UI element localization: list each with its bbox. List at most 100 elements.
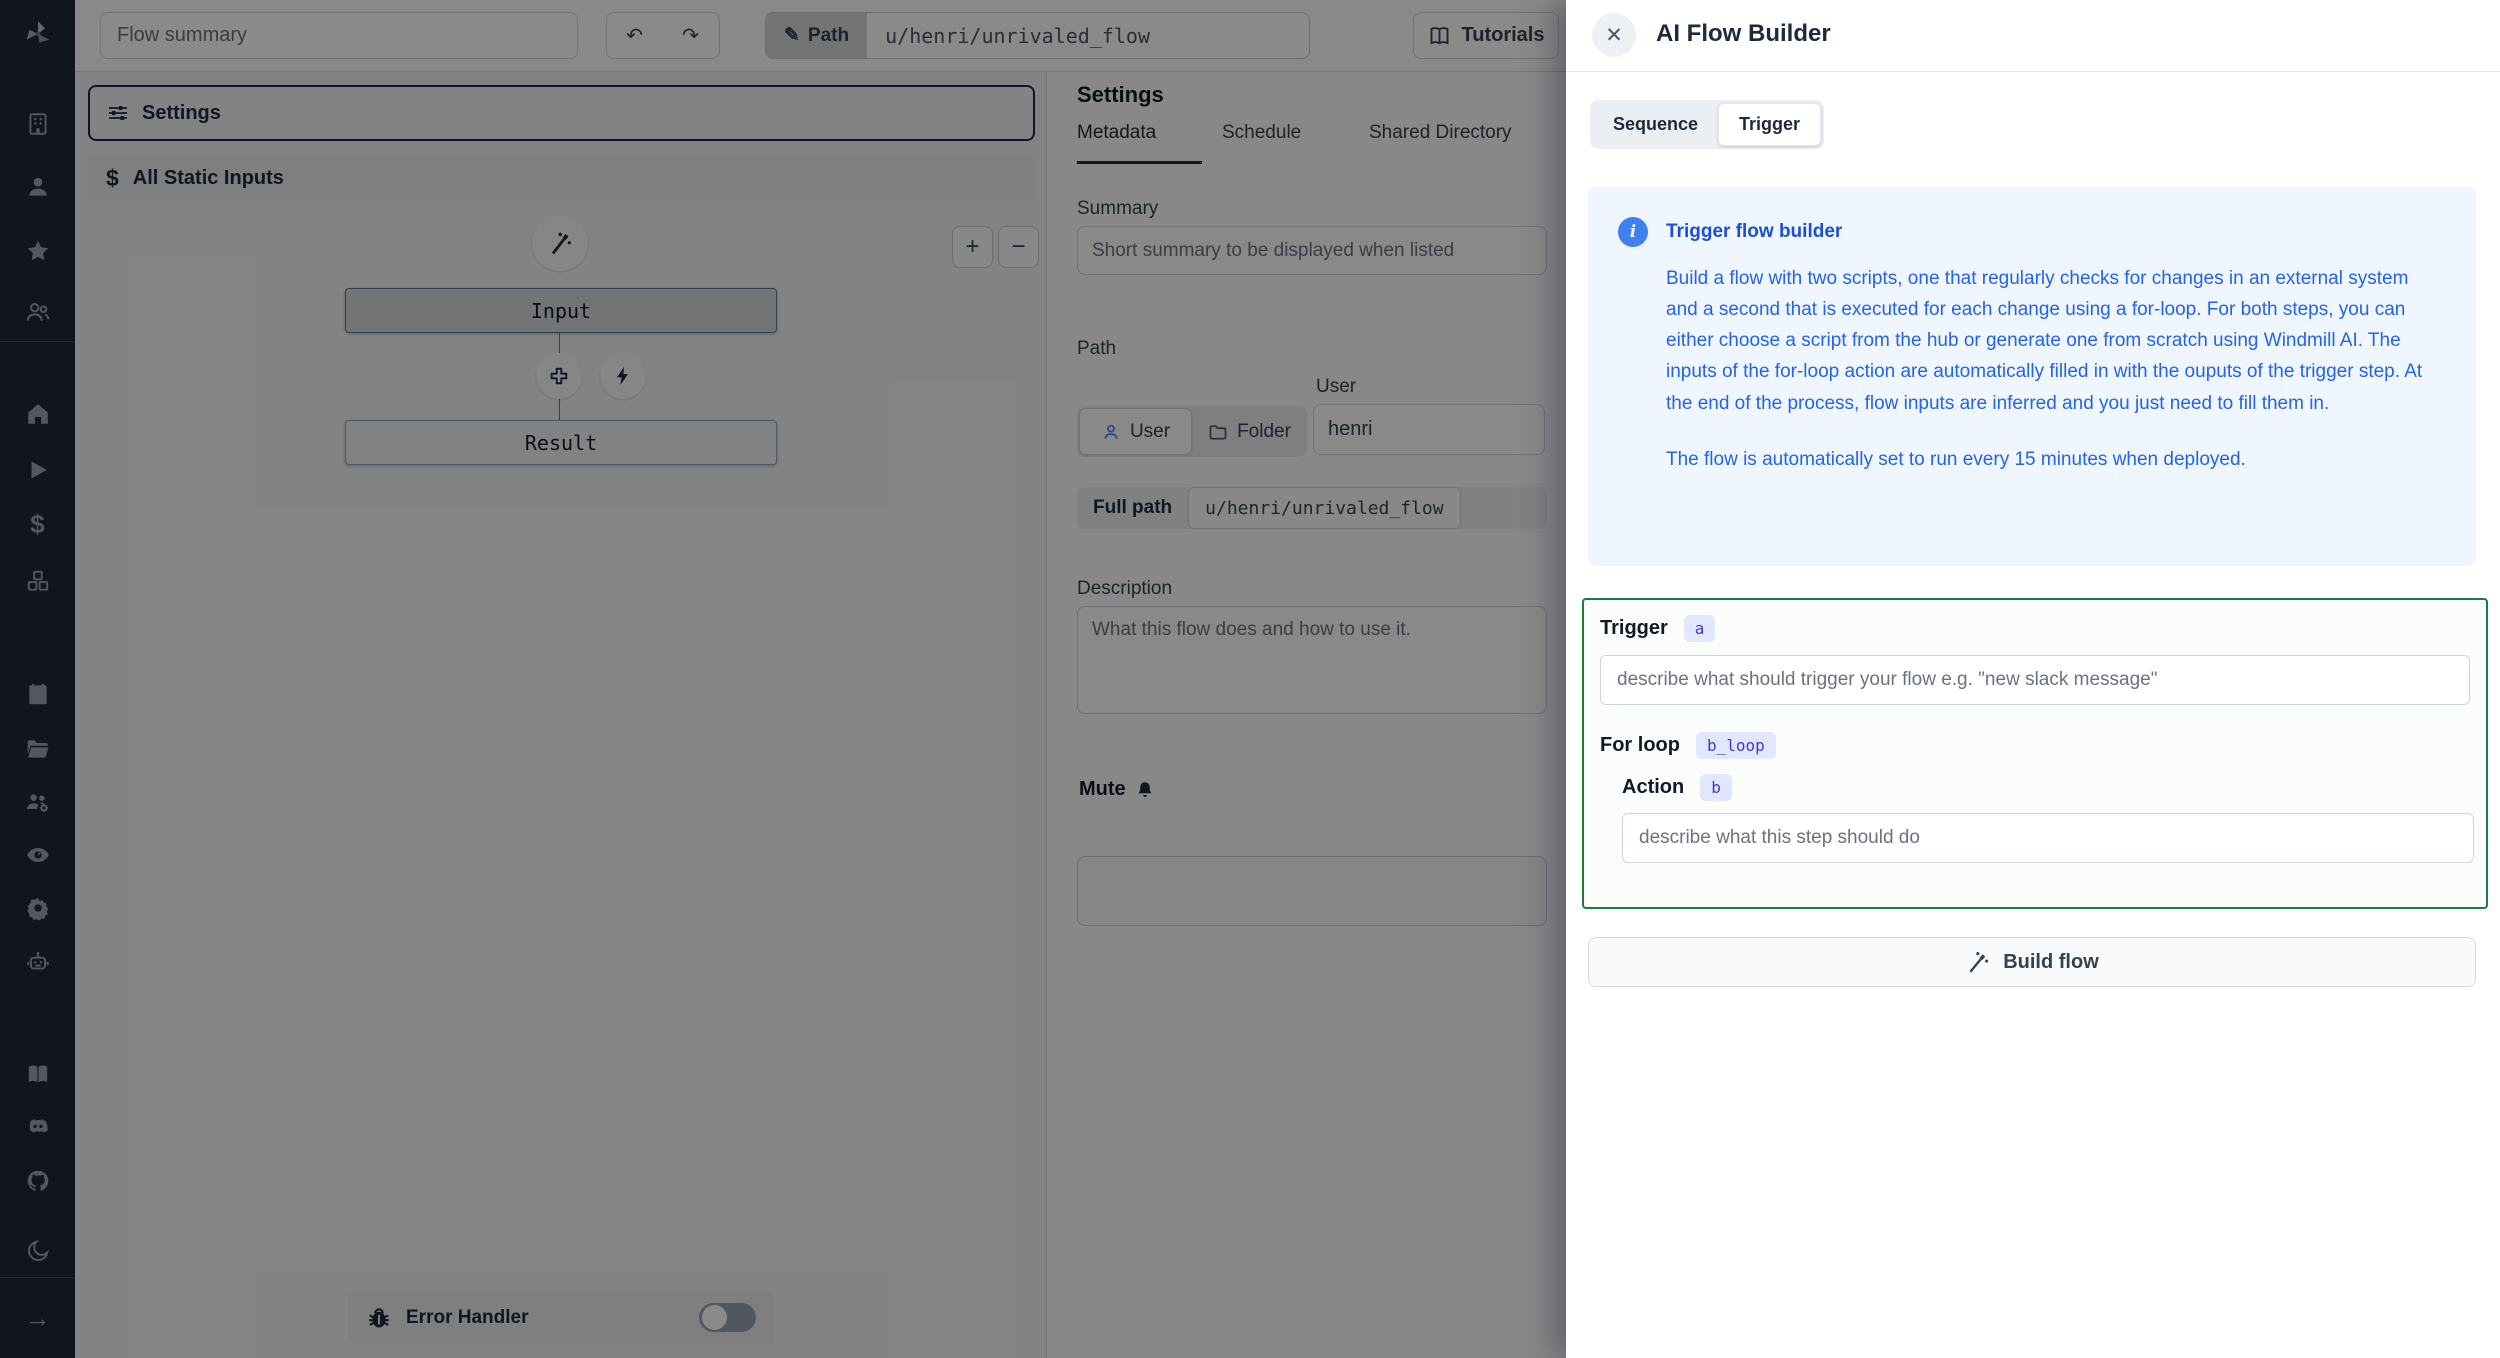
extra-settings-box[interactable]	[1077, 856, 1547, 926]
mute-label: Mute	[1079, 778, 1126, 800]
book-icon	[1428, 24, 1452, 48]
add-step-button[interactable]	[536, 353, 582, 399]
sidebar-divider	[0, 341, 75, 342]
user-field-label: User	[1316, 376, 1357, 397]
canvas-zoom-out-button[interactable]: −	[998, 226, 1039, 268]
pencil-icon: ✎	[784, 25, 800, 46]
input-node[interactable]: Input	[345, 288, 777, 333]
owner-kind-folder-button[interactable]: Folder	[1194, 408, 1305, 455]
trigger-info-box: i Trigger flow builder Build a flow with…	[1588, 187, 2476, 566]
trigger-description-input[interactable]	[1600, 655, 2470, 705]
info-footer: The flow is automatically set to run eve…	[1666, 448, 2246, 470]
lightning-icon	[612, 365, 634, 387]
tab-schedule[interactable]: Schedule	[1222, 122, 1301, 164]
redo-button[interactable]: ↷	[662, 12, 720, 59]
ai-wand-button[interactable]	[532, 215, 588, 271]
sliders-icon	[106, 101, 130, 125]
action-step-badge: b	[1700, 774, 1732, 801]
mode-segmented-control: Sequence Trigger	[1590, 100, 1825, 149]
windmill-logo-icon[interactable]	[20, 16, 56, 52]
bell-icon	[1134, 779, 1156, 801]
description-textarea[interactable]	[1077, 606, 1547, 714]
tab-sequence[interactable]: Sequence	[1593, 103, 1718, 146]
full-path-label: Full path	[1093, 497, 1173, 518]
flow-settings-button[interactable]: Settings	[88, 85, 1035, 141]
settings-metadata-panel: Settings Metadata Schedule Shared Direct…	[1046, 72, 1566, 1358]
owner-user-input[interactable]	[1313, 404, 1545, 455]
close-icon: ✕	[1605, 23, 1623, 47]
summary-label: Summary	[1077, 198, 1159, 219]
dollar-icon: $	[106, 165, 119, 191]
tutorials-button[interactable]: Tutorials	[1413, 12, 1559, 59]
error-handler-bar[interactable]: Error Handler	[348, 1291, 774, 1344]
path-button-label: Path	[807, 24, 850, 46]
close-button[interactable]: ✕	[1592, 13, 1636, 57]
favorites-star-icon[interactable]	[24, 237, 51, 264]
ai-flow-builder-panel: ✕ AI Flow Builder Sequence Trigger i Tri…	[1566, 0, 2500, 1358]
path-edit-button[interactable]: ✎ Path	[766, 13, 868, 58]
error-handler-toggle[interactable]	[699, 1303, 756, 1332]
trigger-step-badge: a	[1683, 615, 1716, 642]
redo-icon: ↷	[682, 25, 699, 47]
user-icon[interactable]	[24, 173, 51, 200]
tutorials-label: Tutorials	[1461, 24, 1545, 46]
groups-admin-icon[interactable]	[24, 788, 51, 815]
result-node[interactable]: Result	[345, 420, 777, 465]
trigger-builder-box: Trigger a For loop b_loop Action b	[1582, 598, 2488, 909]
flow-editor-panel: Settings $ All Static Inputs + − Input R…	[75, 72, 1046, 1358]
path-group: ✎ Path u/henri/unrivaled_flow	[765, 12, 1311, 59]
full-path-row: Full path u/henri/unrivaled_flow	[1077, 487, 1547, 529]
sidebar-divider	[0, 1277, 75, 1278]
settings-panel-title: Settings	[1077, 82, 1164, 107]
owner-folder-label: Folder	[1237, 420, 1291, 442]
description-label: Description	[1077, 578, 1173, 599]
audit-eye-icon[interactable]	[24, 841, 51, 868]
settings-gear-icon[interactable]	[24, 894, 51, 921]
app-root: $ → Flow summary ↶ ↷ ✎ Path u/henri/unri…	[0, 0, 2500, 1358]
summary-input[interactable]	[1077, 226, 1547, 275]
tab-metadata[interactable]: Metadata	[1077, 122, 1203, 164]
flow-summary-input[interactable]	[100, 12, 578, 59]
variables-dollar-icon[interactable]: $	[24, 509, 51, 539]
plus-cross-icon	[548, 365, 570, 387]
action-label: Action	[1622, 776, 1685, 798]
plus-icon: +	[965, 233, 980, 260]
canvas-zoom-in-button[interactable]: +	[952, 226, 993, 268]
workspace-icon[interactable]	[24, 110, 51, 137]
owner-kind-user-button[interactable]: User	[1079, 408, 1192, 455]
toggle-knob	[702, 1305, 727, 1330]
home-icon[interactable]	[24, 400, 51, 427]
forloop-step-badge: b_loop	[1695, 732, 1776, 759]
undo-button[interactable]: ↶	[606, 12, 663, 59]
folders-icon[interactable]	[24, 735, 51, 762]
expand-arrow-icon[interactable]: →	[24, 1303, 51, 1333]
all-static-inputs-button[interactable]: $ All Static Inputs	[88, 156, 1035, 201]
runs-play-icon[interactable]	[24, 456, 51, 483]
build-flow-label: Build flow	[2003, 950, 2099, 973]
members-icon[interactable]	[24, 298, 51, 325]
tab-shared-directory[interactable]: Shared Directory	[1369, 122, 1512, 164]
minus-icon: −	[1011, 233, 1026, 260]
ai-robot-icon[interactable]	[24, 948, 51, 975]
owner-user-label: User	[1129, 420, 1171, 442]
build-flow-button[interactable]: Build flow	[1588, 937, 2476, 987]
trigger-bolt-button[interactable]	[600, 353, 646, 399]
resources-cubes-icon[interactable]	[24, 567, 51, 594]
discord-icon[interactable]	[24, 1112, 51, 1139]
path-section-label: Path	[1077, 338, 1117, 359]
schedules-calendar-icon[interactable]	[24, 680, 51, 707]
all-static-inputs-label: All Static Inputs	[132, 167, 284, 189]
owner-kind-toggle: User Folder	[1077, 406, 1307, 457]
panel-divider	[1566, 71, 2500, 72]
flow-settings-label: Settings	[142, 101, 221, 124]
ai-panel-title: AI Flow Builder	[1656, 20, 1831, 47]
info-icon: i	[1618, 217, 1648, 247]
tab-trigger[interactable]: Trigger	[1718, 103, 1822, 146]
docs-book-icon[interactable]	[24, 1060, 51, 1087]
dark-mode-moon-icon[interactable]	[24, 1237, 51, 1264]
magic-wand-icon	[546, 229, 574, 257]
github-icon[interactable]	[24, 1167, 51, 1194]
action-description-input[interactable]	[1622, 813, 2474, 863]
error-handler-label: Error Handler	[406, 1306, 529, 1328]
mute-row: Mute	[1079, 778, 1156, 801]
